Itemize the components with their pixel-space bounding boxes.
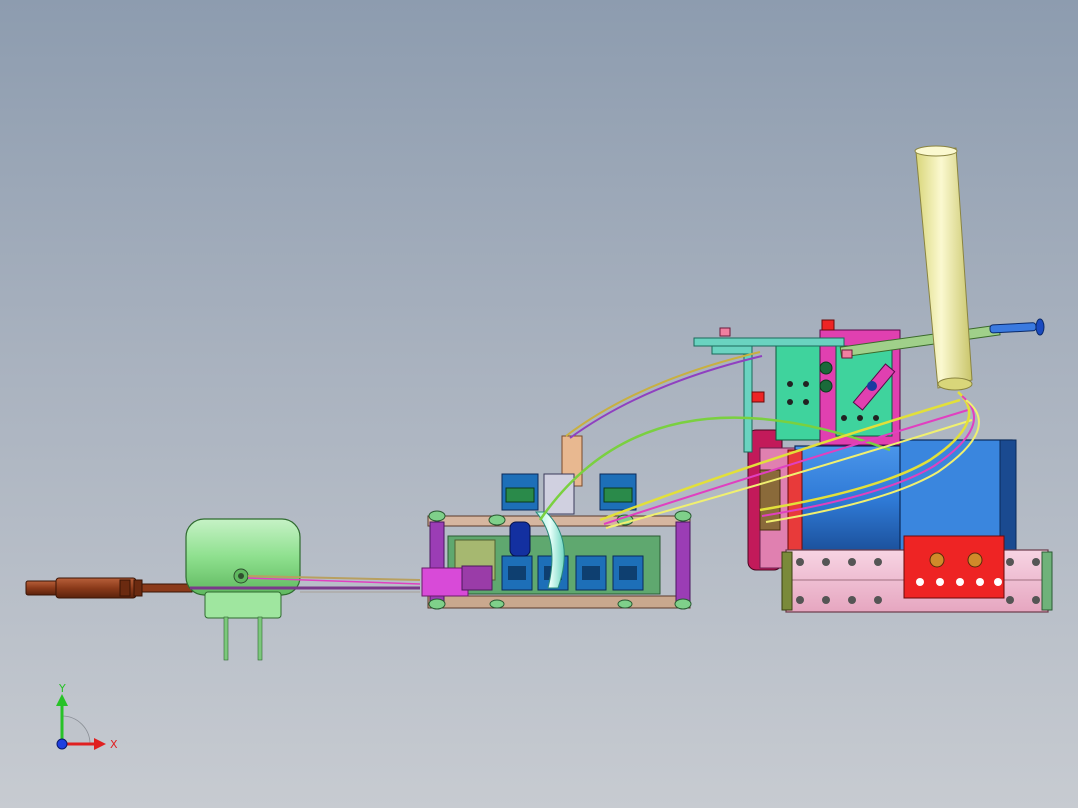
cad-viewport[interactable]: Y X bbox=[0, 0, 1078, 808]
cad-model-scene[interactable] bbox=[0, 0, 1078, 808]
axis-triad: Y X bbox=[56, 682, 118, 751]
red-mount-block bbox=[903, 535, 1005, 599]
yellow-tube[interactable] bbox=[914, 145, 973, 391]
triad-plane-icon bbox=[61, 715, 91, 745]
z-axis-dot-icon bbox=[56, 738, 68, 750]
y-axis-arrowhead-icon bbox=[56, 694, 68, 706]
x-axis-arrowhead-icon bbox=[94, 738, 106, 750]
support-rod bbox=[743, 351, 753, 453]
blue-screw[interactable] bbox=[989, 318, 1045, 336]
x-axis-label: X bbox=[110, 738, 118, 751]
usb-cable[interactable] bbox=[25, 577, 193, 599]
y-axis-label: Y bbox=[58, 682, 66, 695]
